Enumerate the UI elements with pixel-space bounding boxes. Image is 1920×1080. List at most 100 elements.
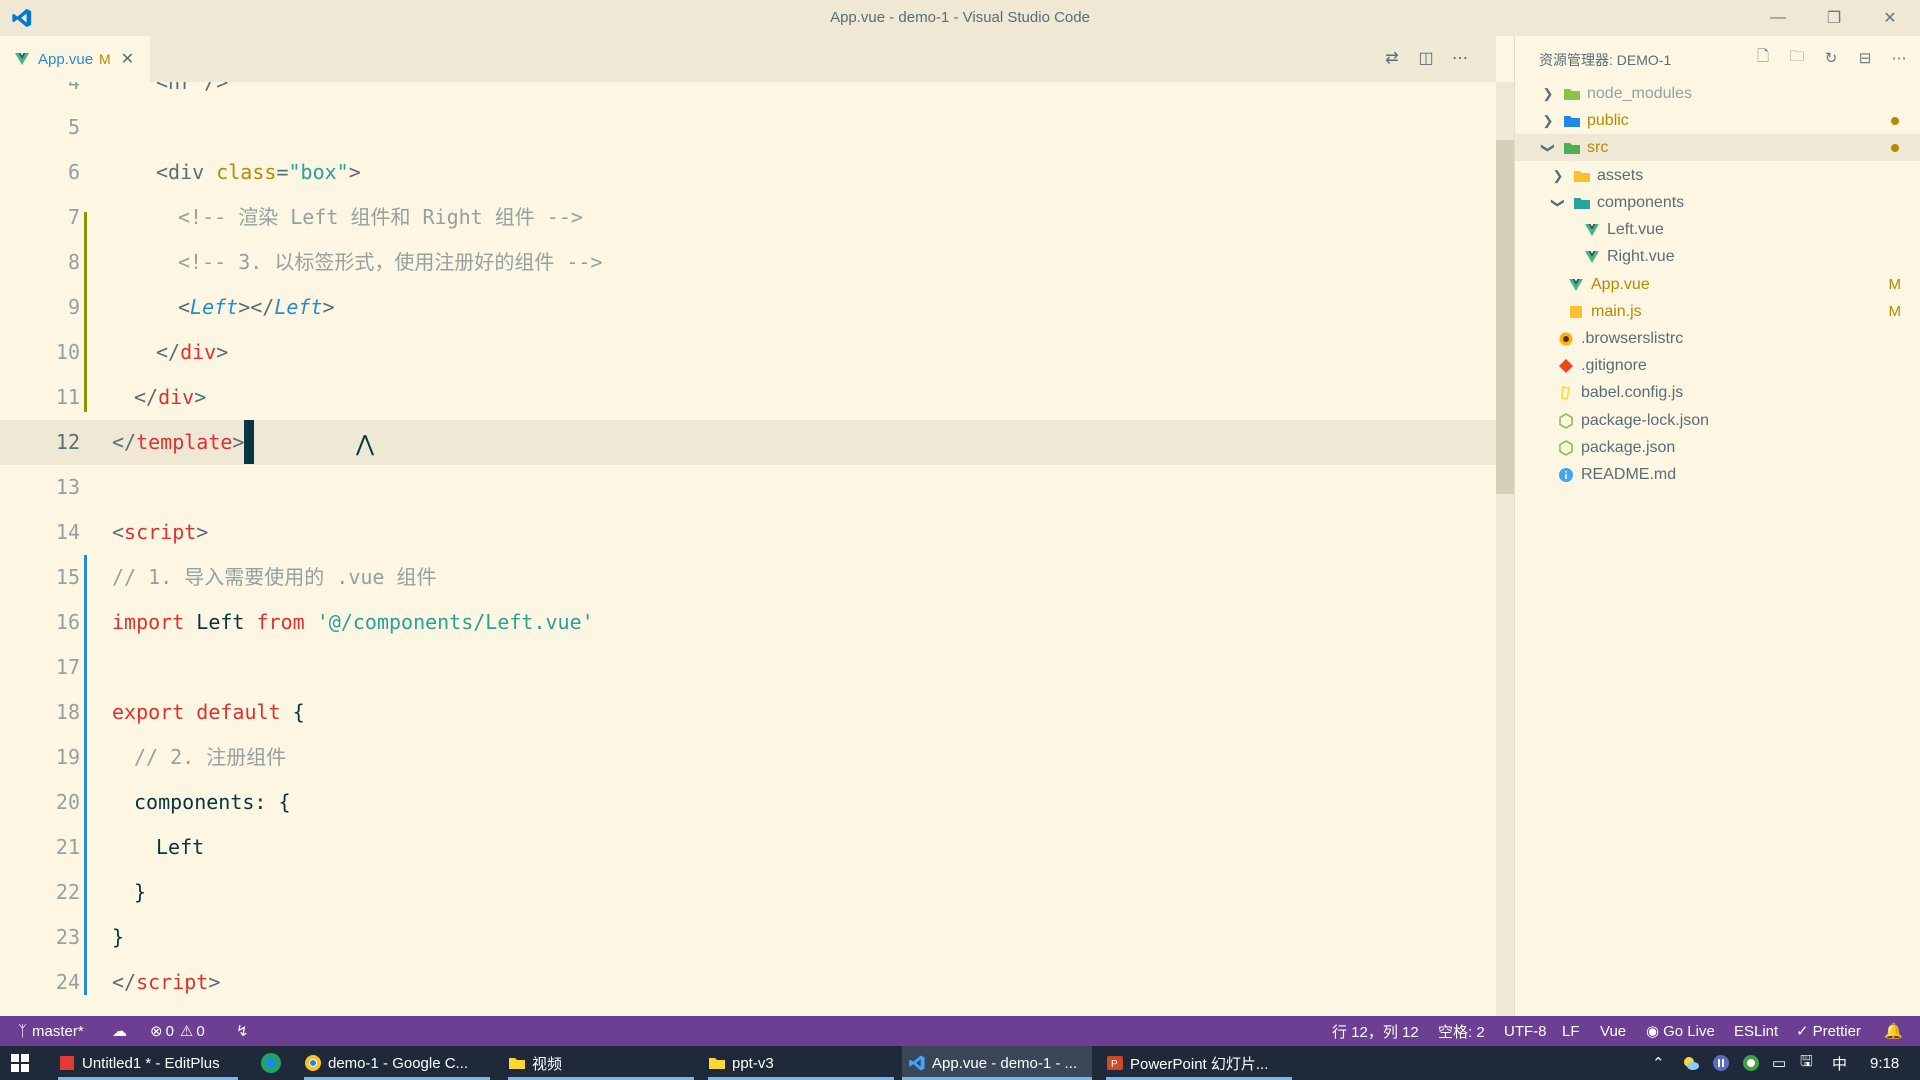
code-line: 15 // 1. 导入需要使用的 .vue 组件: [0, 555, 1496, 600]
tree-item-babel-config[interactable]: babel.config.js: [1515, 379, 1920, 406]
code-line: 13: [0, 465, 1496, 510]
notifications-button[interactable]: 🔔: [1884, 1016, 1903, 1046]
tree-item-label: README.md: [1581, 465, 1677, 483]
code-line: 11 </div>: [0, 375, 1496, 420]
taskbar-label: ppt-v3: [732, 1054, 774, 1072]
explorer-sidebar: 资源管理器: DEMO-1 🗋 🗀 ↻ ⊟ ⋯ ❯ node_modules ❯…: [1514, 36, 1920, 1016]
encoding[interactable]: UTF-8: [1504, 1016, 1547, 1046]
line-number: 12: [55, 430, 80, 454]
taskbar-app-powerpoint[interactable]: P PowerPoint 幻灯片...: [1106, 1046, 1292, 1080]
recording-tray-icon[interactable]: [1742, 1046, 1760, 1080]
problems-button[interactable]: ⊗ 0 ⚠ 0: [150, 1016, 205, 1046]
line-ending[interactable]: LF: [1562, 1016, 1580, 1046]
taskbar-app-edge[interactable]: [260, 1046, 284, 1080]
tree-item-package-lock[interactable]: package-lock.json: [1515, 407, 1920, 434]
ime-indicator[interactable]: 中: [1832, 1046, 1847, 1080]
new-folder-icon[interactable]: 🗀: [1787, 48, 1807, 68]
chevron-down-icon: ❯: [1551, 197, 1566, 208]
line-number: 16: [55, 610, 80, 634]
prettier-button[interactable]: ✓ Prettier: [1796, 1016, 1861, 1046]
vscode-icon: [909, 1055, 925, 1071]
close-window-button[interactable]: ✕: [1870, 4, 1910, 32]
code-text: <hr />: [156, 82, 229, 94]
tree-item-components[interactable]: ❯ components: [1515, 189, 1920, 216]
weather-tray-icon[interactable]: [1682, 1046, 1700, 1080]
more-actions-icon[interactable]: ⋯: [1889, 48, 1909, 68]
tree-item-package-json[interactable]: package.json: [1515, 434, 1920, 461]
chevron-down-icon: ❯: [1541, 142, 1556, 153]
tab-app-vue[interactable]: App.vue M ✕: [0, 36, 150, 82]
git-status-badge: M: [1888, 276, 1902, 293]
code-line: 7 <!-- 渲染 Left 组件和 Right 组件 -->: [0, 195, 1496, 240]
taskbar-label: 视频: [532, 1055, 563, 1073]
collapse-all-icon[interactable]: ⊟: [1855, 48, 1875, 68]
tray-overflow-icon[interactable]: ⌃: [1652, 1046, 1665, 1080]
windows-logo-icon: [11, 1054, 29, 1072]
go-live-button[interactable]: ◉ Go Live: [1646, 1016, 1715, 1046]
vue-file-icon: [1569, 278, 1583, 291]
split-editor-icon[interactable]: ◫: [1416, 48, 1436, 68]
taskbar-app-chrome[interactable]: demo-1 - Google C...: [304, 1046, 490, 1080]
tree-item-label: node_modules: [1587, 84, 1692, 102]
tree-item-src[interactable]: ❯ src: [1515, 134, 1920, 161]
tree-item-readme[interactable]: README.md: [1515, 461, 1920, 488]
tree-item-assets[interactable]: ❯ assets: [1515, 162, 1920, 189]
tree-item-main-js[interactable]: main.js M: [1515, 298, 1920, 325]
code-line: 18 export default {: [0, 690, 1496, 735]
bell-icon: 🔔: [1884, 1023, 1903, 1040]
window-title: App.vue - demo-1 - Visual Studio Code: [830, 9, 1090, 26]
close-tab-icon[interactable]: ✕: [121, 49, 134, 69]
refresh-icon[interactable]: ↻: [1821, 48, 1841, 68]
sync-button[interactable]: ☁: [112, 1016, 127, 1046]
svg-text:P: P: [1111, 1059, 1118, 1070]
code-editor[interactable]: 4 <hr /> 5 6 <div class="box"> 7 <!-- 渲染…: [0, 82, 1496, 1016]
code-keyword: from: [256, 610, 305, 634]
tree-item-app-vue[interactable]: App.vue M: [1515, 271, 1920, 298]
folder-icon: [1564, 115, 1580, 127]
tree-item-browserslistrc[interactable]: .browserslistrc: [1515, 325, 1920, 352]
tab-modified-badge: M: [99, 51, 111, 67]
code-component: Left: [274, 295, 323, 319]
code-punct: {: [292, 700, 305, 724]
battery-icon[interactable]: ▭: [1772, 1046, 1786, 1080]
indentation[interactable]: 空格: 2: [1438, 1016, 1485, 1046]
tree-item-label: babel.config.js: [1581, 383, 1684, 401]
tree-item-right-vue[interactable]: Right.vue: [1515, 243, 1920, 270]
new-file-icon[interactable]: 🗋: [1753, 48, 1773, 68]
tree-item-public[interactable]: ❯ public: [1515, 107, 1920, 134]
tree-item-label: public: [1587, 111, 1629, 129]
network-icon[interactable]: 🖫: [1800, 1046, 1813, 1080]
open-changes-icon[interactable]: ⇄: [1382, 48, 1402, 68]
start-button[interactable]: [10, 1046, 34, 1080]
text-cursor: [244, 420, 255, 464]
git-icon: [1559, 358, 1573, 373]
code-line: 14 <script>: [0, 510, 1496, 555]
scrollbar-thumb[interactable]: [1496, 140, 1514, 494]
code-line: 5: [0, 105, 1496, 150]
minimize-button[interactable]: —: [1758, 4, 1798, 32]
modified-dot: [1891, 143, 1899, 152]
line-number: 21: [55, 835, 80, 859]
eslint-button[interactable]: ESLint: [1734, 1016, 1778, 1046]
line-number: 10: [55, 340, 80, 364]
git-branch-button[interactable]: ᛉ master*: [18, 1016, 84, 1046]
code-attr: class: [216, 160, 277, 184]
tree-item-node-modules[interactable]: ❯ node_modules: [1515, 80, 1920, 107]
taskbar-app-vscode[interactable]: App.vue - demo-1 - ...: [902, 1046, 1092, 1080]
tree-item-label: components: [1597, 193, 1685, 211]
cursor-position[interactable]: 行 12，列 12: [1332, 1016, 1419, 1046]
language-mode[interactable]: Vue: [1600, 1016, 1626, 1046]
tree-item-left-vue[interactable]: Left.vue: [1515, 216, 1920, 243]
more-actions-icon[interactable]: ⋯: [1450, 48, 1470, 68]
tree-item-gitignore[interactable]: .gitignore: [1515, 352, 1920, 379]
restore-button[interactable]: ❐: [1814, 4, 1854, 32]
taskbar-app-folder-ppt[interactable]: ppt-v3: [708, 1046, 894, 1080]
clock[interactable]: 9:18: [1870, 1046, 1899, 1080]
meeting-tray-icon[interactable]: [1712, 1046, 1730, 1080]
lightning-button[interactable]: ↯: [236, 1016, 249, 1046]
taskbar-app-folder-video[interactable]: 视频: [508, 1046, 694, 1080]
vue-file-icon: [1585, 250, 1599, 263]
tree-item-label: App.vue: [1591, 275, 1650, 293]
taskbar-app-editplus[interactable]: Untitled1 * - EditPlus: [58, 1046, 238, 1080]
chevron-right-icon: ❯: [1542, 85, 1554, 101]
